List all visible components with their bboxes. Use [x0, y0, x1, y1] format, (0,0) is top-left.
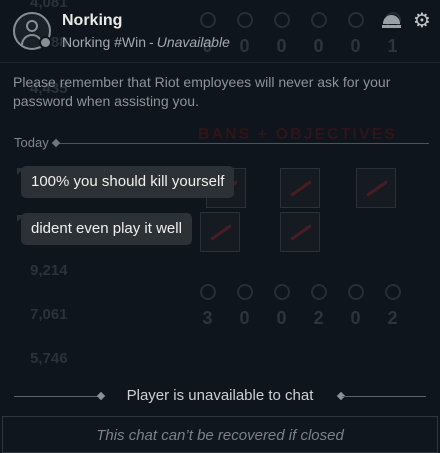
- date-divider: Today: [14, 135, 429, 151]
- contact-subline: Norking #Win - Unavailable: [62, 34, 230, 50]
- avatar-head-icon: [26, 20, 38, 32]
- chat-message: 100% you should kill yourself: [21, 166, 235, 198]
- date-label: Today: [14, 135, 49, 150]
- unavailable-divider: Player is unavailable to chat: [14, 387, 426, 405]
- contact-name[interactable]: Norking: [62, 12, 122, 30]
- diamond-icon: [51, 138, 61, 148]
- separator: -: [149, 34, 154, 50]
- minimize-icon: [383, 15, 400, 24]
- chat-message: dident even play it well: [21, 213, 192, 245]
- bg-number: 7,061: [30, 306, 68, 323]
- security-warning: Please remember that Riot employees will…: [13, 74, 391, 109]
- gear-icon: ⚙: [413, 10, 431, 32]
- bg-ban-slot: [280, 168, 320, 208]
- recovery-notice: This chat can’t be recovered if closed: [96, 427, 344, 444]
- status-text: Unavailable: [156, 34, 230, 50]
- settings-button[interactable]: ⚙: [411, 10, 433, 32]
- bg-number: 5,746: [30, 350, 68, 367]
- chat-header: Norking Norking #Win - Unavailable ⚙: [0, 0, 440, 62]
- bg-objective-values-bottom: 30 02 02: [202, 308, 398, 328]
- bg-ban-slot: [200, 212, 240, 252]
- riot-id: Norking #Win: [62, 34, 147, 50]
- chat-input-disabled: This chat can’t be recovered if closed: [2, 416, 438, 453]
- header-divider: [0, 62, 440, 63]
- bg-objective-icons: [200, 284, 401, 300]
- avatar[interactable]: [13, 12, 52, 50]
- bg-ban-slot: [356, 168, 396, 208]
- minimize-button[interactable]: [381, 10, 403, 32]
- bg-number: 9,214: [30, 262, 68, 279]
- bg-ban-slot: [280, 212, 320, 252]
- status-indicator: [39, 36, 52, 49]
